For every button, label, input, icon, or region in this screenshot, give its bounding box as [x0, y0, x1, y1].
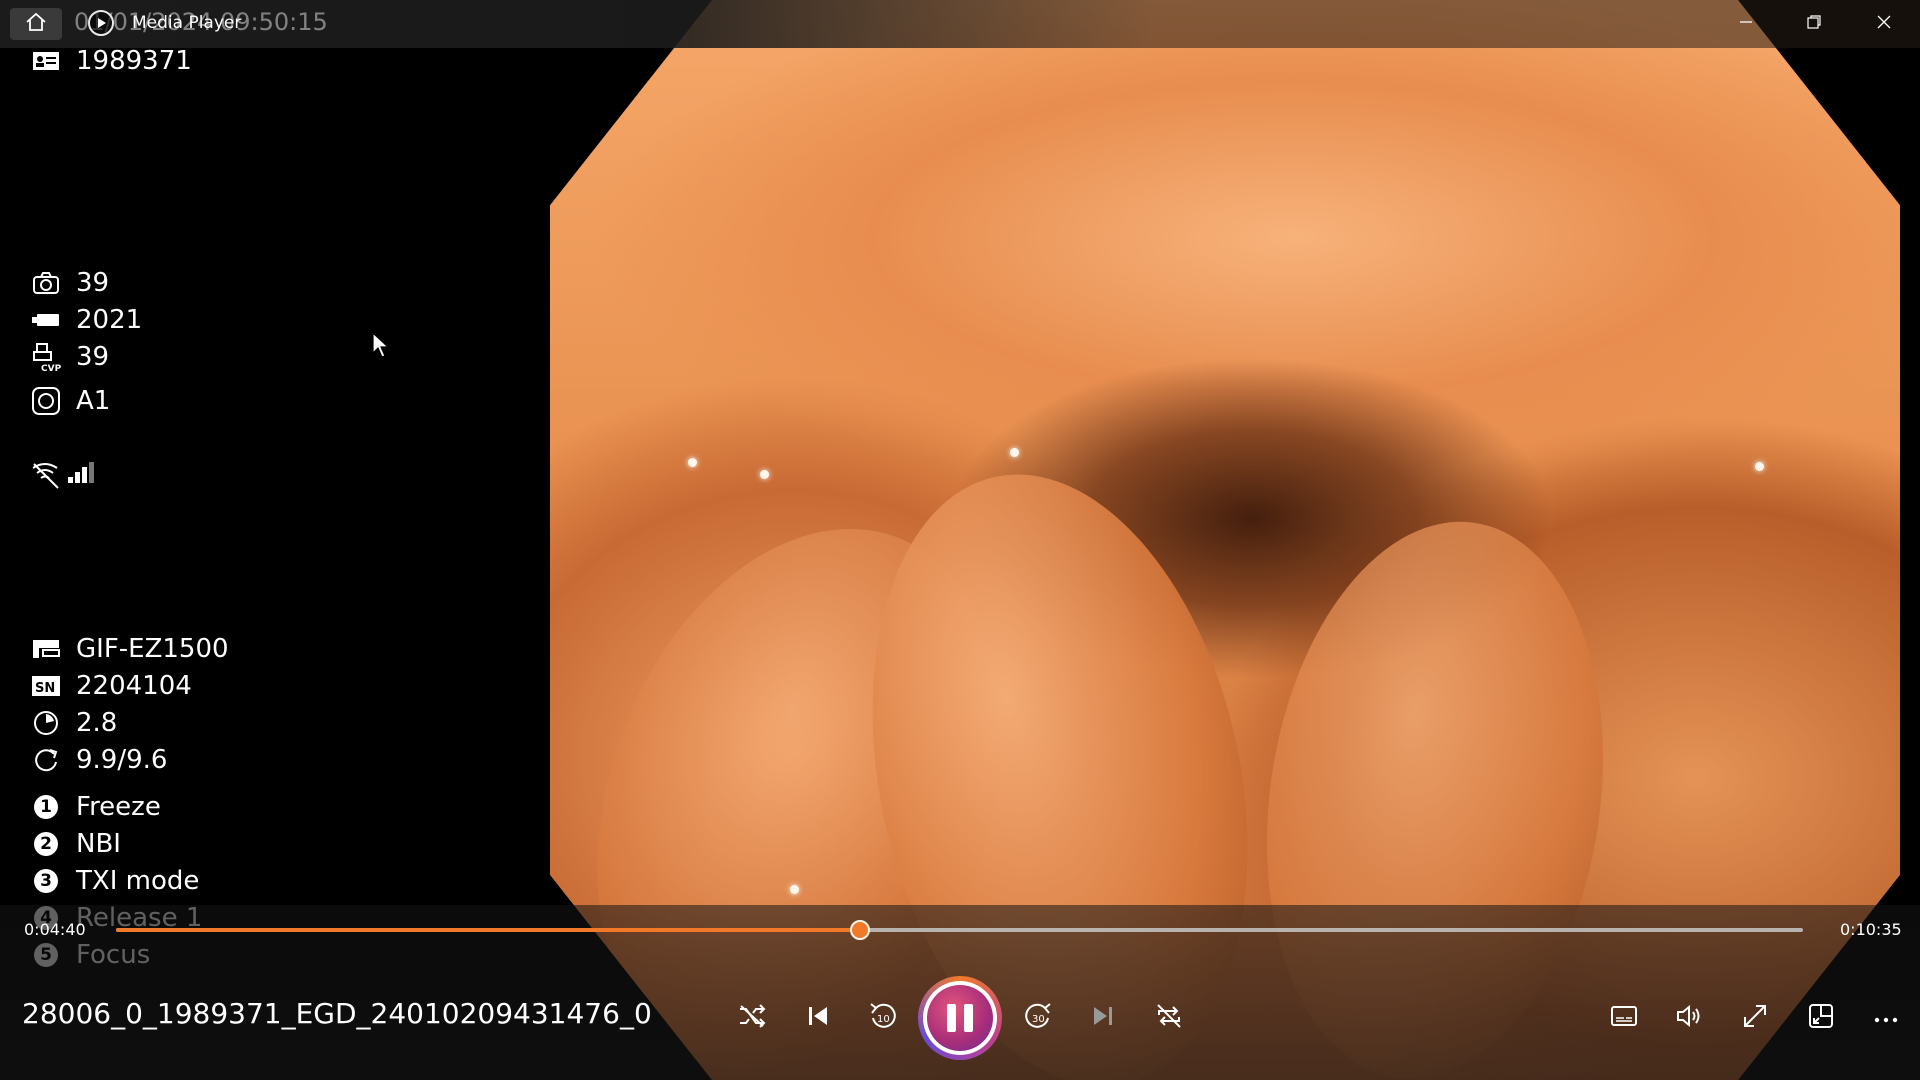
repeat-button[interactable]	[1141, 990, 1197, 1046]
previous-icon	[806, 1004, 830, 1032]
light-reflection	[760, 470, 769, 479]
dial-icon	[30, 708, 62, 738]
function-row-2: 2 NBI	[30, 827, 121, 861]
scope-model-row: GIF-EZ1500	[30, 632, 229, 666]
forward-30-button[interactable]: 30	[1010, 990, 1066, 1046]
seek-thumb[interactable]	[849, 920, 870, 940]
number-2-icon: 2	[34, 832, 58, 856]
signal-row	[30, 458, 96, 492]
function-label: TXI mode	[76, 866, 200, 896]
volume-icon	[1675, 1004, 1703, 1032]
cvp-row: CVP 39	[30, 340, 109, 374]
id-card-icon	[30, 46, 62, 76]
value-b-row: 9.9/9.6	[30, 743, 167, 777]
signal-strength-icon	[66, 459, 96, 492]
value-b: 9.9/9.6	[76, 745, 168, 775]
next-button[interactable]	[1075, 990, 1131, 1046]
svg-text:SN: SN	[35, 681, 55, 696]
light-reflection	[790, 885, 799, 894]
close-icon	[1876, 14, 1892, 34]
iris-mode-icon	[30, 386, 62, 416]
function-label: NBI	[76, 829, 121, 859]
current-time: 0:04:40	[24, 920, 86, 939]
volume-button[interactable]	[1661, 990, 1717, 1046]
endoscope-icon	[30, 634, 62, 664]
light-reflection	[688, 458, 697, 467]
title-bar: 01/01/2024 09:50:15 Media Player	[0, 0, 1920, 48]
pause-button[interactable]	[918, 976, 1002, 1060]
fullscreen-icon	[1742, 1003, 1768, 1033]
seek-progress	[116, 928, 860, 932]
storage-card-icon	[30, 305, 62, 335]
home-button[interactable]	[10, 8, 62, 40]
close-button[interactable]	[1850, 0, 1918, 48]
forward-30-icon: 30	[1023, 1001, 1053, 1035]
serial-row: SN 2204104	[30, 669, 192, 703]
light-reflection	[1755, 462, 1764, 471]
mode-row: A1	[30, 384, 110, 418]
minimize-button[interactable]	[1712, 0, 1780, 48]
number-3-icon: 3	[34, 869, 58, 893]
rewind-10-icon: 10	[868, 1001, 898, 1035]
mode-value: A1	[76, 386, 111, 416]
miniplayer-button[interactable]	[1793, 990, 1849, 1046]
number-1-icon: 1	[34, 795, 58, 819]
serial-number: 2204104	[76, 671, 192, 701]
cvp-printer-icon: CVP	[30, 342, 62, 372]
scope-model: GIF-EZ1500	[76, 634, 229, 664]
miniplayer-icon	[1808, 1003, 1834, 1033]
svg-text:10: 10	[877, 1014, 890, 1025]
restore-button[interactable]	[1780, 0, 1848, 48]
patient-id-row: 1989371	[30, 44, 192, 78]
app-title: Media Player	[132, 13, 242, 33]
cvp-count: 39	[76, 342, 110, 372]
media-player-icon	[88, 10, 114, 36]
home-icon	[25, 12, 47, 36]
storage-row: 2021	[30, 303, 142, 337]
minimize-icon	[1738, 14, 1754, 34]
seek-bar[interactable]	[116, 920, 1803, 940]
serial-number-icon: SN	[30, 671, 62, 701]
subtitles-icon	[1610, 1005, 1638, 1031]
shuffle-icon	[738, 1004, 766, 1032]
storage-value: 2021	[76, 305, 143, 335]
rotation-icon	[30, 745, 62, 775]
value-a: 2.8	[76, 708, 118, 738]
photo-count-row: 39	[30, 266, 109, 300]
patient-id: 1989371	[76, 46, 192, 76]
previous-button[interactable]	[790, 990, 846, 1046]
mouse-pointer-icon	[372, 331, 390, 362]
total-time: 0:10:35	[1840, 920, 1902, 939]
value-a-row: 2.8	[30, 706, 117, 740]
next-icon	[1091, 1004, 1115, 1032]
function-label: Freeze	[76, 792, 161, 822]
file-name: 28006_0_1989371_EGD_24010209431476_0	[22, 997, 652, 1030]
repeat-off-icon	[1155, 1003, 1183, 1033]
restore-icon	[1806, 14, 1822, 34]
more-options-button[interactable]	[1858, 990, 1914, 1046]
svg-text:CVP: CVP	[41, 364, 61, 372]
camera-icon	[30, 268, 62, 298]
function-row-1: 1 Freeze	[30, 790, 161, 824]
function-row-5: 5 Focus	[30, 938, 150, 972]
function-row-3: 3 TXI mode	[30, 864, 199, 898]
more-icon	[1874, 1009, 1898, 1028]
svg-text:30: 30	[1032, 1014, 1045, 1025]
shuffle-button[interactable]	[724, 990, 780, 1046]
light-reflection	[1010, 448, 1019, 457]
number-5-icon: 5	[34, 943, 58, 967]
fullscreen-button[interactable]	[1727, 990, 1783, 1046]
subtitles-button[interactable]	[1596, 990, 1652, 1046]
rewind-10-button[interactable]: 10	[855, 990, 911, 1046]
wireless-off-icon	[30, 460, 62, 490]
pause-icon	[927, 985, 993, 1051]
function-label: Focus	[76, 940, 151, 970]
photo-count: 39	[76, 268, 110, 298]
